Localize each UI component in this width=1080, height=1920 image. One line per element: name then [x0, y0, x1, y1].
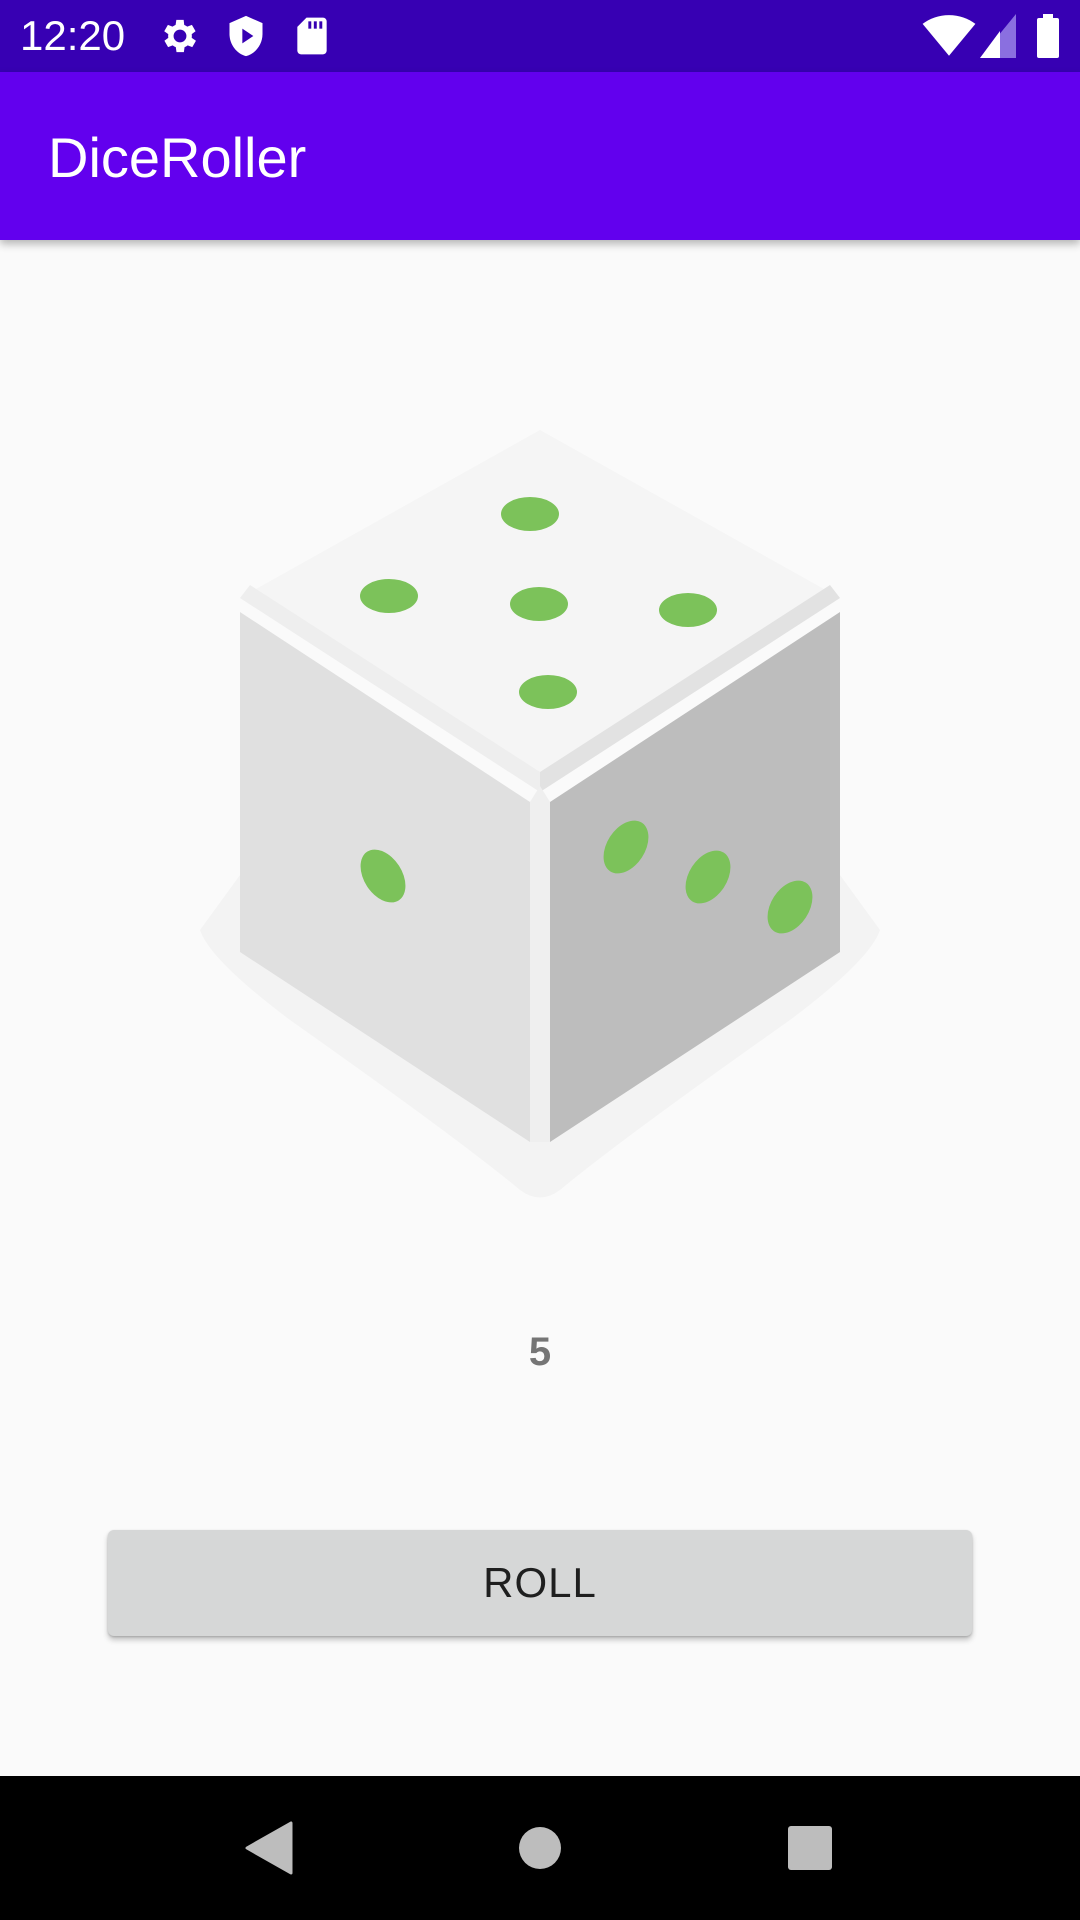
- app-bar: DiceRoller: [0, 72, 1080, 240]
- dice-roller-screen: 12:20 DiceRoller 5 ROLL: [0, 0, 1080, 1920]
- sd-card-icon: [290, 14, 334, 58]
- dice-pip: [659, 593, 717, 627]
- roll-button[interactable]: ROLL: [108, 1530, 972, 1636]
- app-title: DiceRoller: [48, 126, 307, 189]
- dice-pip: [510, 587, 568, 621]
- dice-icon: [200, 430, 880, 1198]
- result-text: 5: [528, 1330, 552, 1374]
- cellular-signal-icon: [980, 14, 1016, 58]
- status-time: 12:20: [20, 12, 126, 59]
- dice-image: [190, 430, 890, 1210]
- navigation-bar: [0, 1776, 1080, 1920]
- back-icon: [245, 1821, 293, 1875]
- recents-icon: [788, 1826, 832, 1870]
- status-bar: 12:20: [0, 0, 1080, 72]
- recents-button[interactable]: [770, 1808, 850, 1888]
- wifi-icon: [922, 14, 976, 58]
- shield-play-icon: [224, 14, 268, 58]
- roll-button-label: ROLL: [483, 1559, 597, 1606]
- dice-pip: [501, 497, 559, 531]
- battery-icon: [1036, 14, 1060, 58]
- back-button[interactable]: [228, 1808, 308, 1888]
- home-icon: [519, 1827, 561, 1869]
- gear-icon: [158, 14, 202, 58]
- home-button[interactable]: [500, 1808, 580, 1888]
- dice-pip: [360, 579, 418, 613]
- dice-pip: [519, 675, 577, 709]
